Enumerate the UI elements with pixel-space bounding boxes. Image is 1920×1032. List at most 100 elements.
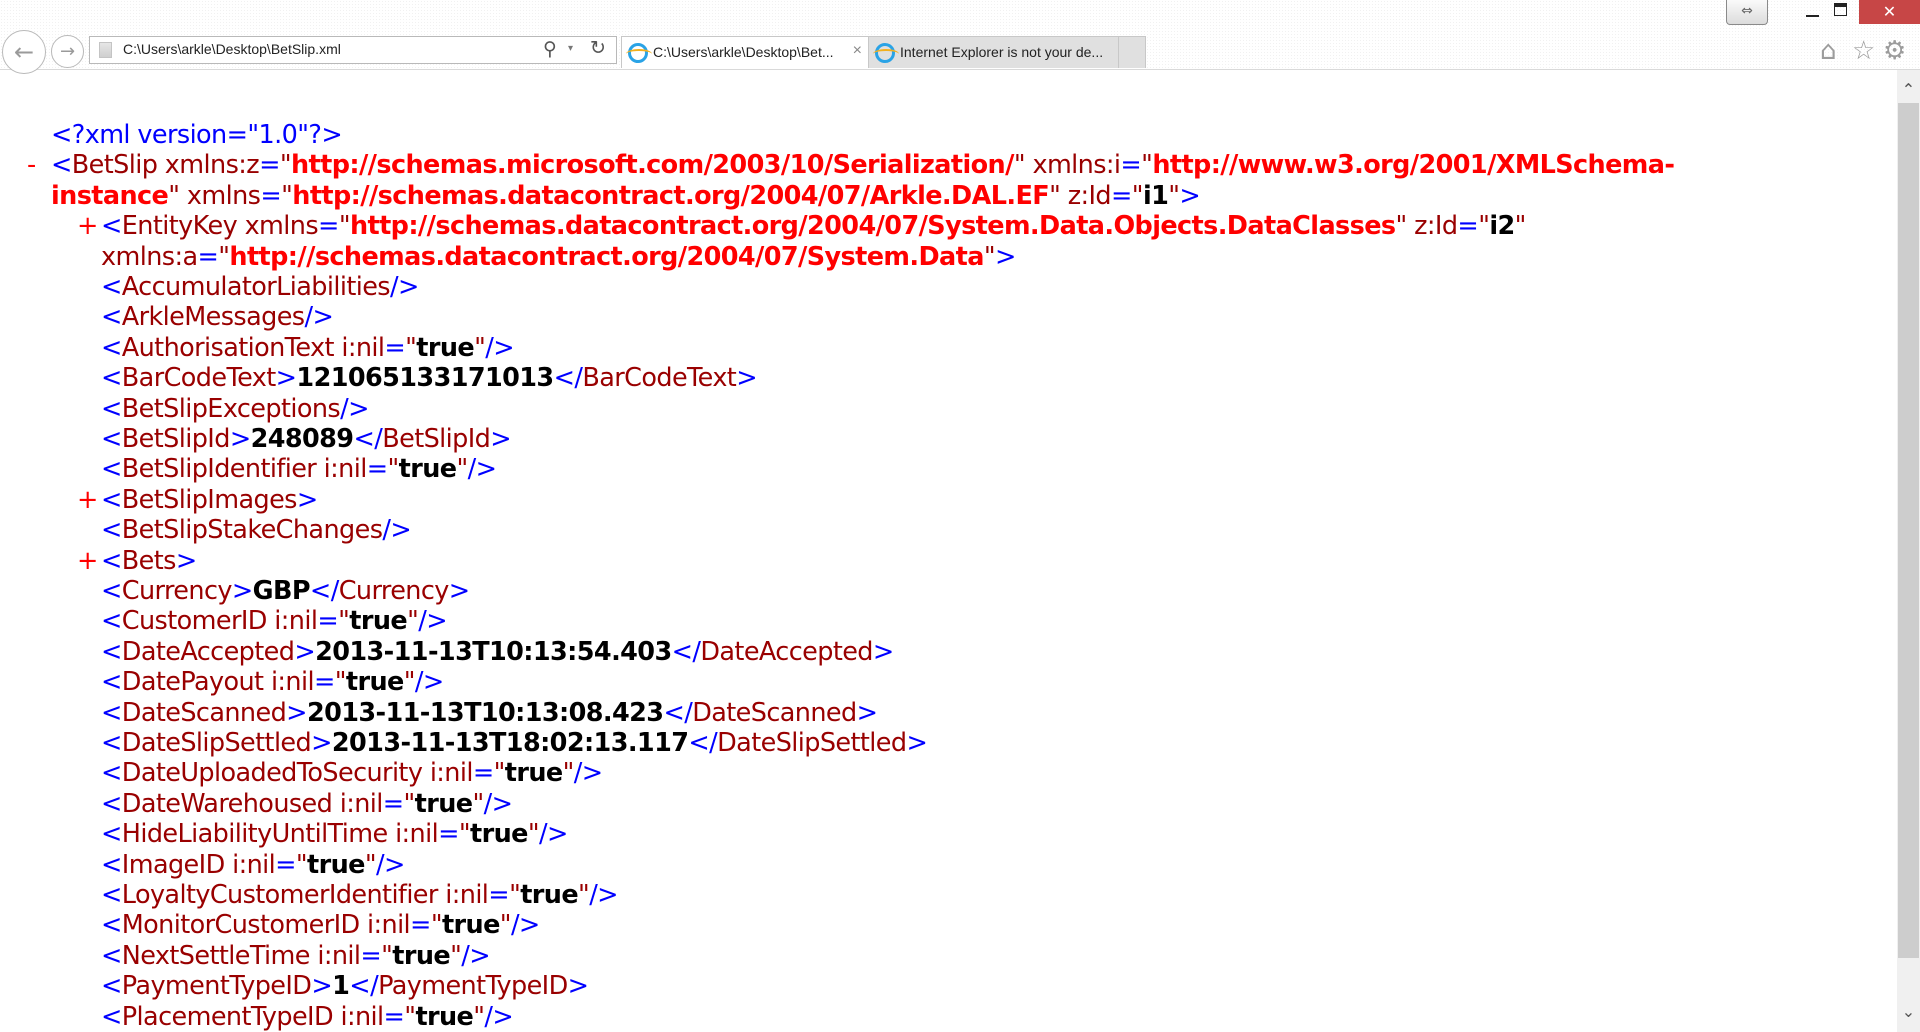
back-arrow-icon: ← xyxy=(13,38,35,66)
scroll-down-icon[interactable]: ⌄ xyxy=(1897,997,1920,1027)
expand-toggle[interactable]: + xyxy=(77,211,98,241)
xml-tag-name: BetSlipId xyxy=(382,424,491,454)
xml-line: <BarCodeText>121065133171013</BarCodeTex… xyxy=(101,363,758,394)
xml-tag-name: DateUploadedToSecurity i:nil xyxy=(121,758,474,789)
xml-line: <CustomerID i:nil="true"/> xyxy=(101,606,448,637)
home-icon[interactable]: ⌂ xyxy=(1820,37,1837,65)
new-tab-button[interactable] xyxy=(1118,36,1146,68)
xml-value: true xyxy=(307,849,365,880)
xml-punctuation: = xyxy=(318,211,339,242)
tab-ie-default[interactable]: Internet Explorer is not your de... xyxy=(868,36,1119,68)
xml-tag-name: BetSlipId xyxy=(121,424,231,454)
xml-punctuation: </ xyxy=(349,971,379,1002)
xml-punctuation: > xyxy=(311,971,333,1002)
xml-attribute-value: http://schemas.microsoft.com/2003/10/Ser… xyxy=(290,150,1014,181)
xml-punctuation: < xyxy=(101,606,122,637)
gear-icon[interactable]: ⚙ xyxy=(1883,37,1906,65)
xml-value: true xyxy=(504,758,563,789)
xml-line: <DateUploadedToSecurity i:nil="true"/> xyxy=(101,758,603,789)
xml-punctuation: = xyxy=(1457,211,1479,242)
xml-line: <HideLiabilityUntilTime i:nil="true"/> xyxy=(101,819,568,849)
xml-punctuation: <? xyxy=(51,120,85,150)
favorites-star-icon[interactable]: ☆ xyxy=(1852,37,1875,65)
close-icon: ✕ xyxy=(1882,2,1897,21)
xml-tag-name: BetSlipStakeChanges xyxy=(121,515,383,546)
xml-line: <BetSlip xmlns:z="http://schemas.microso… xyxy=(51,150,1675,181)
xml-attribute-value: http://schemas.datacontract.org/2004/07/… xyxy=(349,211,1396,242)
xml-punctuation: < xyxy=(101,788,122,819)
xml-tag-name: " xyxy=(405,332,417,363)
xml-punctuation: /> xyxy=(589,880,618,910)
xml-punctuation: = xyxy=(410,910,431,941)
xml-punctuation: /> xyxy=(414,667,444,698)
xml-value: 2013-11-13T18:02:13.117 xyxy=(331,728,689,758)
xml-punctuation: /> xyxy=(382,515,412,546)
xml-punctuation: = xyxy=(1111,180,1132,211)
chevron-down-icon[interactable]: ▾ xyxy=(568,43,573,54)
expand-toggle[interactable]: + xyxy=(77,485,98,515)
xml-punctuation: > xyxy=(231,576,253,606)
xml-punctuation: = xyxy=(382,788,404,819)
xml-punctuation: > xyxy=(296,484,318,515)
xml-punctuation: > xyxy=(311,728,332,758)
xml-tag-name: " xmlns xyxy=(168,180,261,211)
xml-line: <BetSlipImages> xyxy=(101,485,318,515)
xml-punctuation: < xyxy=(101,880,122,910)
search-icon[interactable]: ⚲ xyxy=(543,38,557,60)
xml-tag-name: MonitorCustomerID i:nil xyxy=(121,910,411,941)
xml-line: <PaymentTypeID>1</PaymentTypeID> xyxy=(101,971,589,1002)
xml-line: <LoyaltyCustomerIdentifier i:nil="true"/… xyxy=(101,880,619,910)
collapse-toggle[interactable]: - xyxy=(27,150,36,180)
scroll-up-icon[interactable]: ⌃ xyxy=(1897,75,1920,105)
close-window-button[interactable]: ✕ xyxy=(1859,0,1920,24)
xml-punctuation: xml version="1.0" xyxy=(84,120,309,150)
maximize-button[interactable] xyxy=(1834,3,1847,16)
xml-punctuation: < xyxy=(101,849,122,880)
xml-punctuation: < xyxy=(101,484,122,515)
xml-tag-name: ImageID i:nil xyxy=(121,849,276,880)
xml-tag-name: AccumulatorLiabilities xyxy=(121,272,391,302)
xml-punctuation: /> xyxy=(340,393,369,424)
xml-punctuation: < xyxy=(51,150,72,181)
xml-punctuation: > xyxy=(994,241,1016,272)
xml-punctuation: </ xyxy=(553,363,583,394)
xml-tag-name: " xmlns:i xyxy=(1013,150,1121,181)
xml-punctuation: > xyxy=(856,697,878,728)
expand-toggle[interactable]: + xyxy=(77,546,98,576)
xml-value: true xyxy=(520,880,579,910)
xml-punctuation: /> xyxy=(573,758,603,789)
xml-line: <ArkleMessages/> xyxy=(101,302,334,332)
xml-punctuation: = xyxy=(438,819,459,850)
xml-tag-name: AuthorisationText i:nil xyxy=(121,332,385,363)
xml-tag-name: DateScanned xyxy=(121,697,287,728)
close-tab-icon[interactable]: × xyxy=(853,42,862,60)
xml-tag-name: " xyxy=(403,788,416,819)
xml-tag-name: " xyxy=(381,940,393,971)
tab-betslip[interactable]: C:\Users\arkle\Desktop\Bet... × xyxy=(621,36,869,68)
xml-punctuation: </ xyxy=(671,636,701,667)
xml-punctuation: > xyxy=(275,363,297,394)
xml-value: true xyxy=(416,332,475,363)
xml-tag-name: LoyaltyCustomerIdentifier i:nil xyxy=(121,880,489,910)
xml-tag-name: " z:Id xyxy=(1395,211,1458,242)
snap-button[interactable]: ⇔ xyxy=(1726,0,1768,25)
refresh-icon[interactable]: ↻ xyxy=(590,37,606,59)
xml-punctuation: > xyxy=(448,576,470,606)
scrollbar-thumb[interactable] xyxy=(1898,103,1919,958)
forward-button[interactable]: → xyxy=(51,35,84,68)
vertical-scrollbar[interactable]: ⌃ ⌄ xyxy=(1897,70,1920,1032)
xml-punctuation: > xyxy=(175,545,197,576)
xml-tag-name: BetSlipExceptions xyxy=(121,393,341,424)
xml-punctuation: /> xyxy=(418,606,447,637)
minimize-button[interactable] xyxy=(1799,0,1825,24)
xml-punctuation: < xyxy=(101,667,122,698)
xml-tag-name: " xyxy=(281,180,293,211)
address-input[interactable]: C:\Users\arkle\Desktop\BetSlip.xml xyxy=(123,41,341,57)
xml-punctuation: = xyxy=(472,758,494,789)
xml-tag-name: " xyxy=(334,667,347,698)
back-button[interactable]: ← xyxy=(2,30,46,74)
xml-punctuation: = xyxy=(1120,150,1142,181)
xml-attribute-value: http://schemas.datacontract.org/2004/07/… xyxy=(292,180,1050,211)
address-bar[interactable]: C:\Users\arkle\Desktop\BetSlip.xml ⚲ ▾ ↻ xyxy=(89,36,617,64)
xml-tag-name: BetSlipIdentifier i:nil xyxy=(121,454,368,485)
